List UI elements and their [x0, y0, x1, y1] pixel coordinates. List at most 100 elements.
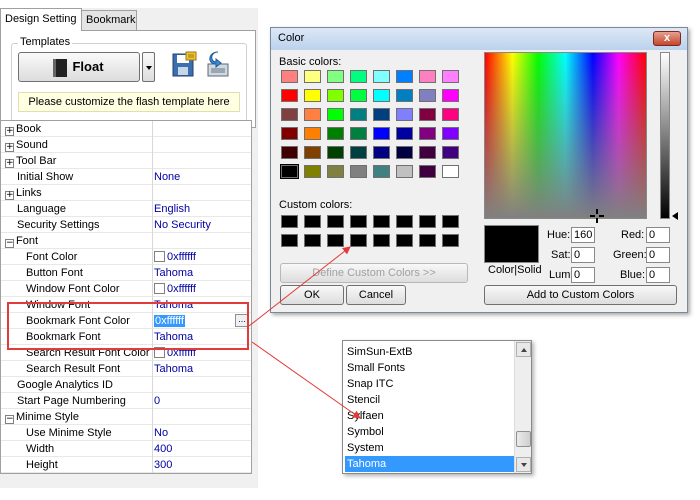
custom-color-swatch[interactable]	[419, 215, 436, 228]
basic-color-swatch[interactable]	[304, 146, 321, 159]
property-category-minime[interactable]: − Minime Style	[1, 409, 251, 425]
basic-color-swatch[interactable]	[442, 127, 459, 140]
template-select-button[interactable]: Float	[18, 52, 140, 82]
cancel-button[interactable]: Cancel	[346, 285, 406, 305]
property-value[interactable]: 0xffffff	[167, 251, 196, 263]
slider-pointer-icon[interactable]	[672, 212, 678, 220]
basic-color-swatch[interactable]	[419, 165, 436, 178]
basic-color-swatch[interactable]	[350, 146, 367, 159]
red-input[interactable]: 0	[646, 227, 670, 243]
basic-color-swatch[interactable]	[373, 127, 390, 140]
custom-color-swatch[interactable]	[281, 234, 298, 247]
font-list-item[interactable]: SimSun-ExtB	[347, 344, 412, 360]
basic-color-swatch[interactable]	[327, 108, 344, 121]
lum-input[interactable]: 0	[571, 267, 595, 283]
property-value[interactable]: 400	[154, 441, 252, 457]
font-list-item[interactable]: Stencil	[347, 392, 380, 408]
basic-color-swatch[interactable]	[350, 70, 367, 83]
close-button[interactable]: x	[653, 31, 681, 46]
basic-color-swatch[interactable]	[442, 89, 459, 102]
basic-color-swatch[interactable]	[281, 108, 298, 121]
basic-color-swatch[interactable]	[304, 127, 321, 140]
collapse-icon[interactable]: −	[5, 415, 14, 424]
luminosity-slider[interactable]	[660, 52, 670, 219]
basic-color-swatch[interactable]	[304, 108, 321, 121]
define-custom-colors-button[interactable]: Define Custom Colors >>	[280, 263, 468, 283]
custom-color-swatch[interactable]	[281, 215, 298, 228]
basic-color-swatch[interactable]	[442, 165, 459, 178]
template-dropdown-button[interactable]	[142, 52, 155, 82]
custom-color-swatch[interactable]	[327, 234, 344, 247]
property-value[interactable]: Tahoma	[154, 329, 252, 345]
property-row-security[interactable]: Security Settings No Security	[1, 217, 251, 233]
property-category-sound[interactable]: + Sound	[1, 137, 251, 153]
basic-color-swatch[interactable]	[396, 70, 413, 83]
property-row-analytics-id[interactable]: Google Analytics ID	[1, 377, 251, 393]
custom-color-swatch[interactable]	[373, 215, 390, 228]
basic-color-swatch[interactable]	[419, 70, 436, 83]
property-category-links[interactable]: + Links	[1, 185, 251, 201]
basic-color-swatch[interactable]	[327, 146, 344, 159]
dialog-titlebar[interactable]: Color x	[271, 28, 687, 50]
property-row-window-font-color[interactable]: Window Font Color 0xffffff	[1, 281, 251, 297]
custom-color-swatch[interactable]	[373, 234, 390, 247]
custom-color-swatch[interactable]	[419, 234, 436, 247]
expand-icon[interactable]: +	[5, 127, 14, 136]
basic-color-swatch[interactable]	[373, 146, 390, 159]
property-value[interactable]: English	[154, 201, 252, 217]
basic-color-swatch[interactable]	[396, 146, 413, 159]
expand-icon[interactable]: +	[5, 191, 14, 200]
basic-color-swatch[interactable]	[373, 89, 390, 102]
property-value[interactable]: No	[154, 425, 252, 441]
font-list-item[interactable]: System	[347, 440, 384, 456]
property-value-editor[interactable]: 0xffffff	[154, 315, 185, 327]
export-template-icon[interactable]	[204, 50, 232, 80]
property-value[interactable]	[154, 377, 252, 393]
basic-color-swatch[interactable]	[396, 108, 413, 121]
property-value[interactable]: Tahoma	[154, 265, 252, 281]
basic-color-swatch[interactable]	[373, 108, 390, 121]
property-category-book[interactable]: + Book	[1, 121, 251, 137]
basic-color-swatch[interactable]	[327, 70, 344, 83]
custom-color-swatch[interactable]	[304, 234, 321, 247]
font-list-item[interactable]: Sylfaen	[347, 408, 384, 424]
save-template-icon[interactable]	[170, 50, 198, 80]
basic-color-swatch[interactable]	[304, 165, 321, 178]
basic-color-swatch[interactable]	[373, 70, 390, 83]
collapse-icon[interactable]: −	[5, 239, 14, 248]
custom-color-swatch[interactable]	[350, 215, 367, 228]
scroll-down-button[interactable]	[516, 457, 531, 472]
property-row-language[interactable]: Language English	[1, 201, 251, 217]
property-value[interactable]: 0xffffff	[167, 347, 196, 359]
property-category-toolbar[interactable]: + Tool Bar	[1, 153, 251, 169]
basic-color-swatch[interactable]	[396, 127, 413, 140]
sat-input[interactable]: 0	[571, 247, 595, 263]
property-row-width[interactable]: Width 400	[1, 441, 251, 457]
property-value[interactable]: 0	[154, 393, 252, 409]
expand-icon[interactable]: +	[5, 143, 14, 152]
custom-color-swatch[interactable]	[396, 234, 413, 247]
basic-color-swatch[interactable]	[350, 165, 367, 178]
vertical-scrollbar[interactable]	[514, 341, 531, 473]
basic-color-swatch[interactable]	[304, 70, 321, 83]
property-row-bookmark-font-color[interactable]: Bookmark Font Color 0xffffff...	[1, 313, 251, 329]
font-list-item[interactable]: Small Fonts	[347, 360, 405, 376]
basic-color-swatch[interactable]	[419, 146, 436, 159]
property-value[interactable]: 300	[154, 457, 252, 473]
basic-color-swatch[interactable]	[350, 89, 367, 102]
basic-color-swatch[interactable]	[396, 89, 413, 102]
property-row-start-page[interactable]: Start Page Numbering 0	[1, 393, 251, 409]
basic-color-swatch[interactable]	[281, 146, 298, 159]
property-row-search-result-font-color[interactable]: Search Result Font Color 0xffffff	[1, 345, 251, 361]
property-row-font-color[interactable]: Font Color 0xffffff	[1, 249, 251, 265]
basic-color-swatch[interactable]	[419, 127, 436, 140]
font-list-item[interactable]: Symbol	[347, 424, 384, 440]
basic-color-swatch[interactable]	[280, 164, 299, 179]
property-value[interactable]: None	[154, 169, 252, 185]
blue-input[interactable]: 0	[646, 267, 670, 283]
tab-design-setting[interactable]: Design Setting	[0, 8, 82, 31]
custom-color-swatch[interactable]	[442, 234, 459, 247]
custom-color-swatch[interactable]	[442, 215, 459, 228]
property-row-height[interactable]: Height 300	[1, 457, 251, 473]
color-spectrum[interactable]	[484, 52, 647, 223]
